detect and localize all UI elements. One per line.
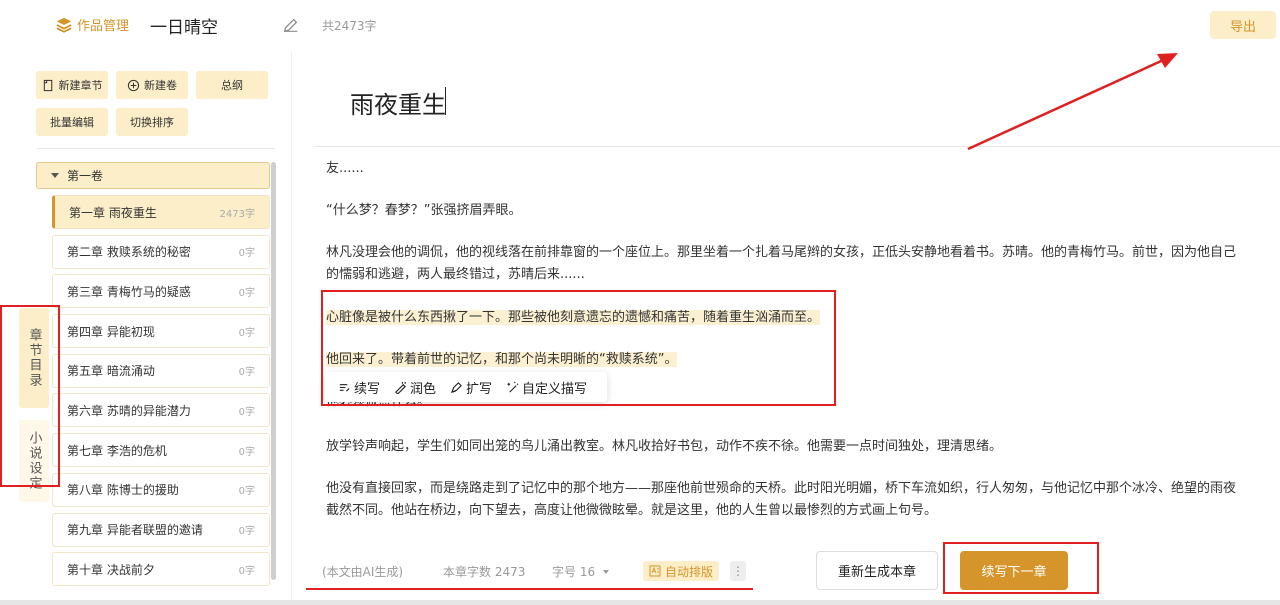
works-management-label: 作品管理 bbox=[77, 19, 130, 34]
volume-label: 第一卷 bbox=[67, 169, 104, 183]
font-size-select[interactable]: 字号 16 bbox=[552, 563, 610, 580]
paragraph-line: 的懦弱和逃避，两人最终错过，苏晴后来...... bbox=[326, 267, 585, 282]
chapter-word-count: 0字 bbox=[238, 446, 255, 458]
chapter-title: 第八章 陈博士的援助 bbox=[67, 483, 179, 498]
new-document-icon bbox=[43, 79, 52, 91]
auto-layout-button[interactable]: 自动排版 bbox=[643, 561, 720, 581]
chapter-word-count: 0字 bbox=[238, 327, 255, 339]
batch-edit-button[interactable]: 批量编辑 bbox=[36, 108, 108, 136]
total-word-count: 共2473字 bbox=[322, 19, 377, 33]
chapter-item[interactable]: 第四章 异能初现 0字 bbox=[52, 314, 270, 349]
chapter-item[interactable]: 第十章 决战前夕 0字 bbox=[52, 552, 270, 587]
paragraph[interactable]: “什么梦？春梦？”张强挤眉弄眼。 bbox=[326, 200, 1276, 222]
chapter-word-count: 2473字 bbox=[219, 208, 255, 220]
paragraph[interactable]: 友...... bbox=[326, 158, 1276, 180]
annotation-underline-footer bbox=[306, 588, 753, 590]
chapter-title: 第十章 决战前夕 bbox=[67, 562, 155, 577]
paragraph[interactable]: 放学铃声响起，学生们如同出笼的鸟儿涌出教室。林凡收拾好书包，动作不疾不徐。他需要… bbox=[326, 436, 1276, 458]
chapter-item[interactable]: 第九章 异能者联盟的邀请 0字 bbox=[52, 512, 270, 547]
chapter-list: 第一章 雨夜重生 2473字 第二章 救赎系统的秘密 0字 第三章 青梅竹马的疑… bbox=[52, 195, 270, 592]
outline-button[interactable]: 总纲 bbox=[196, 71, 268, 99]
layers-icon bbox=[56, 17, 72, 33]
top-header: 作品管理 一日晴空 共2473字 导出 bbox=[0, 0, 1280, 52]
annotation-box-sidebar-tabs bbox=[0, 305, 60, 487]
new-volume-label: 新建卷 bbox=[144, 79, 177, 92]
new-chapter-label: 新建章节 bbox=[58, 79, 103, 92]
chapter-list-scrollbar[interactable] bbox=[271, 162, 276, 580]
annotation-box-selected-text bbox=[321, 290, 836, 406]
chapter-title: 第一章 雨夜重生 bbox=[69, 205, 157, 220]
regenerate-chapter-button[interactable]: 重新生成本章 bbox=[816, 551, 938, 590]
chapter-word-count: 0字 bbox=[238, 486, 255, 498]
toggle-sort-button[interactable]: 切换排序 bbox=[116, 108, 188, 136]
works-management-link[interactable]: 作品管理 bbox=[55, 15, 129, 34]
paragraph-line: 截然不同。他站在桥边，向下望去，高度让他微微眩晕。就是这里，他的人生曾以最惨烈的… bbox=[326, 503, 938, 518]
chapter-title: 第九章 异能者联盟的邀请 bbox=[67, 523, 203, 537]
work-title: 一日晴空 bbox=[150, 18, 218, 38]
chapter-title: 第四章 异能初现 bbox=[67, 324, 155, 339]
chapter-item[interactable]: 第五章 暗流涌动 0字 bbox=[52, 353, 270, 388]
format-icon bbox=[649, 565, 661, 577]
chapter-word-count: 0字 bbox=[238, 248, 255, 260]
chapter-item[interactable]: 第二章 救赎系统的秘密 0字 bbox=[52, 234, 270, 269]
annotation-arrow bbox=[967, 53, 1178, 151]
more-options-button[interactable]: ⋮ bbox=[730, 561, 746, 581]
annotation-box-next-chapter bbox=[943, 542, 1099, 594]
chapter-item[interactable]: 第七章 李浩的危机 0字 bbox=[52, 433, 270, 468]
bottom-border bbox=[0, 600, 1280, 605]
paragraph-line: 他没有直接回家，而是绕路走到了记忆中的那个地方——那座他前世殒命的天桥。此时阳光… bbox=[326, 481, 1237, 496]
chapter-title-input[interactable]: 雨夜重生 bbox=[350, 85, 446, 120]
chapter-word-count: 0字 bbox=[238, 287, 255, 299]
chapter-item[interactable]: 第六章 苏晴的异能潜力 0字 bbox=[52, 393, 270, 428]
chapter-word-count-status: 本章字数 2473 bbox=[443, 565, 526, 579]
chapter-item[interactable]: 第一章 雨夜重生 2473字 bbox=[52, 195, 270, 229]
chapter-word-count: 0字 bbox=[238, 367, 255, 379]
new-volume-button[interactable]: 新建卷 bbox=[116, 71, 188, 99]
chapter-title: 第六章 苏晴的异能潜力 bbox=[67, 403, 191, 418]
plus-circle-icon bbox=[127, 79, 140, 91]
new-chapter-button[interactable]: 新建章节 bbox=[36, 71, 108, 99]
export-button[interactable]: 导出 bbox=[1210, 11, 1276, 39]
paragraph-line: 林凡没理会他的调侃，他的视线落在前排靠窗的一个座位上。那里坐着一个扎着马尾辫的女… bbox=[326, 245, 1237, 260]
auto-layout-label: 自动排版 bbox=[665, 564, 714, 579]
chapter-word-count: 0字 bbox=[238, 406, 255, 418]
chapter-title: 第七章 李浩的危机 bbox=[67, 443, 167, 458]
text-cursor bbox=[445, 87, 446, 115]
caret-down-icon bbox=[51, 173, 59, 178]
chapter-item[interactable]: 第三章 青梅竹马的疑惑 0字 bbox=[52, 274, 270, 309]
font-size-value: 字号 16 bbox=[552, 565, 596, 579]
chapter-item[interactable]: 第八章 陈博士的援助 0字 bbox=[52, 472, 270, 507]
caret-down-icon bbox=[603, 569, 610, 574]
chapter-word-count: 0字 bbox=[238, 565, 255, 577]
chapter-title: 第五章 暗流涌动 bbox=[67, 364, 155, 379]
paragraph[interactable]: 林凡没理会他的调侃，他的视线落在前排靠窗的一个座位上。那里坐着一个扎着马尾辫的女… bbox=[326, 242, 1276, 286]
chapter-word-count: 0字 bbox=[238, 526, 255, 537]
chapter-title: 第二章 救赎系统的秘密 bbox=[67, 245, 191, 260]
volume-item[interactable]: 第一卷 bbox=[36, 162, 270, 189]
pencil-icon[interactable] bbox=[282, 16, 300, 34]
paragraph[interactable]: 他没有直接回家，而是绕路走到了记忆中的那个地方——那座他前世殒命的天桥。此时阳光… bbox=[326, 478, 1276, 522]
chapter-title: 第三章 青梅竹马的疑惑 bbox=[67, 284, 191, 299]
ai-generated-note: (本文由AI生成) bbox=[322, 565, 404, 579]
sidebar-divider bbox=[36, 148, 275, 149]
